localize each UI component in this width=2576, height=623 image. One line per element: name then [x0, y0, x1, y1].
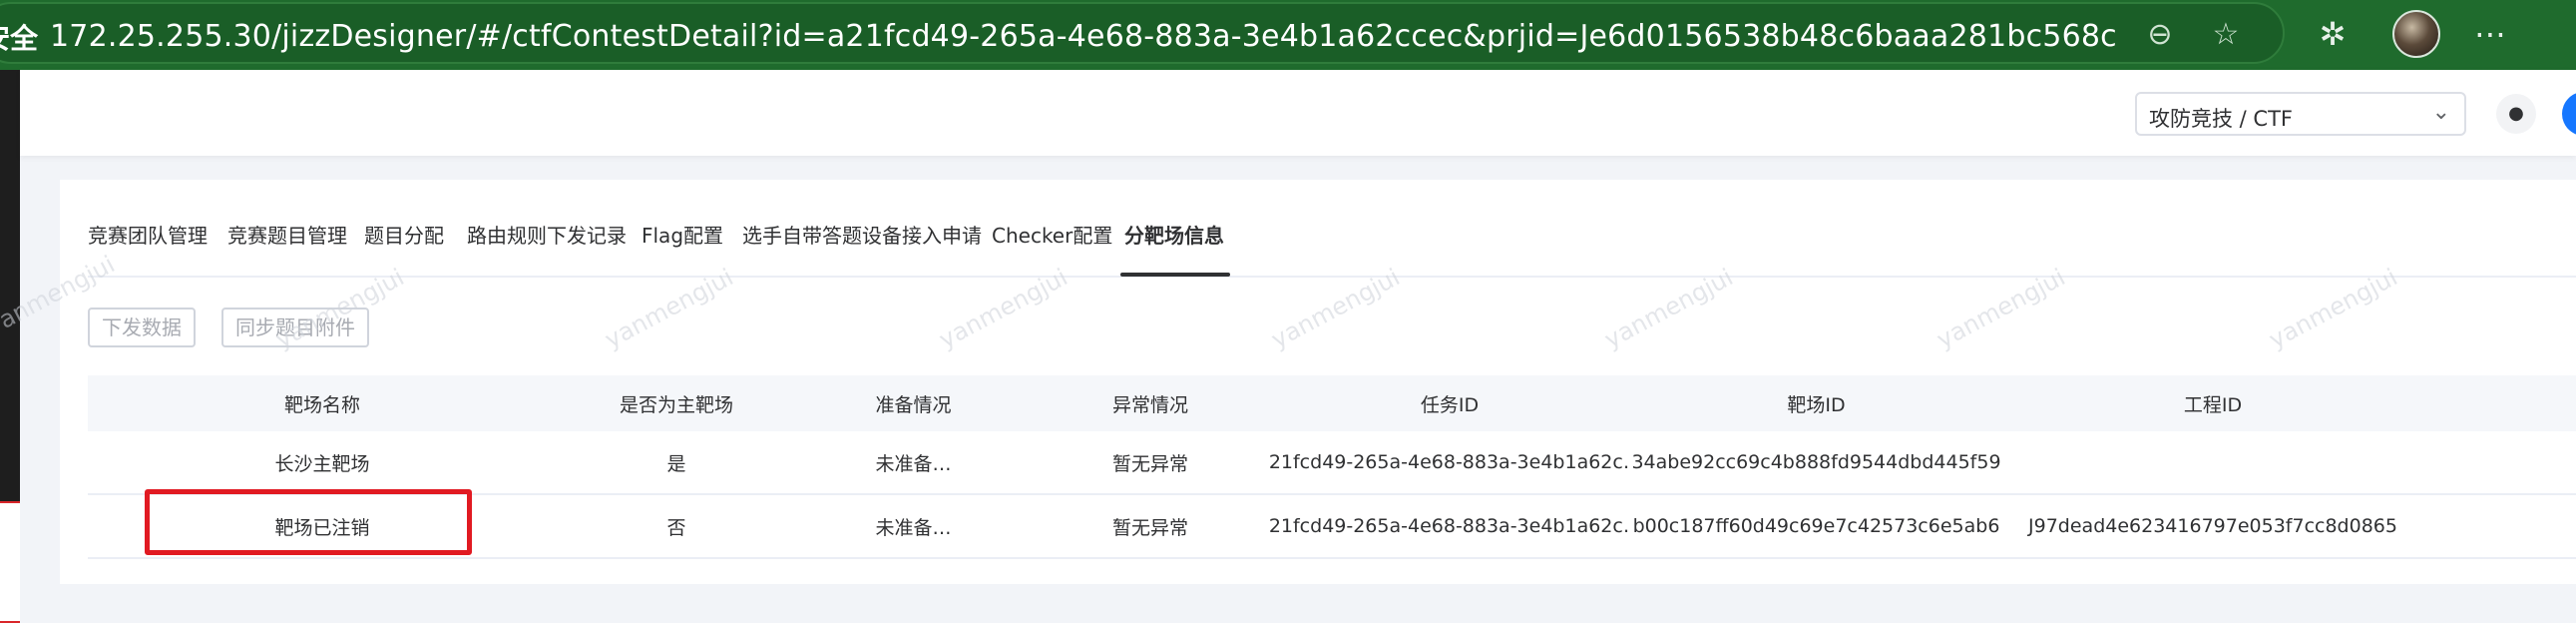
table-cell: 未准备… [875, 452, 952, 475]
column-header: 任务ID [1420, 393, 1480, 416]
table-cell: 暂无异常 [1111, 452, 1188, 475]
table-cell: a21fcd49-265a-4e68-883a-3e4b1a62c… [1270, 451, 1629, 473]
table-row[interactable]: 长沙主靶场 是 未准备… 暂无异常 a21fcd49-265a-4e68-883… [88, 431, 2576, 495]
column-header: 工程ID [2183, 393, 2243, 416]
tab-sub-range-info[interactable]: 分靶场信息 [1124, 220, 1224, 249]
table-cell: a21fcd49-265a-4e68-883a-3e4b1a62c… [1270, 515, 1629, 537]
table-cell: 未准备… [875, 516, 952, 539]
mode-select-value: 攻防竞技 / CTF [2149, 107, 2293, 131]
active-tab-indicator [1120, 273, 1230, 277]
table-cell: b00c187ff60d49c69e7c42573c6e5ab6 [1632, 515, 2000, 537]
column-header: 异常情况 [1111, 393, 1188, 416]
tab-checker-config[interactable]: Checker配置 [992, 220, 1112, 249]
sync-attachments-button[interactable]: 同步题目附件 [221, 308, 369, 347]
tab-device-access-requests[interactable]: 选手自带答题设备接入申请 [742, 220, 982, 249]
browser-toolbar: 安全 172.25.255.30/jizzDesigner/#/ctfConte… [0, 0, 2576, 70]
table-cell: 否 [666, 516, 686, 539]
address-bar[interactable]: 安全 172.25.255.30/jizzDesigner/#/ctfConte… [0, 2, 2285, 64]
tab-question-management[interactable]: 竞赛题目管理 [227, 220, 347, 249]
sidebar-selection-marker [0, 501, 20, 623]
tab-team-management[interactable]: 竞赛团队管理 [88, 220, 208, 249]
chevron-down-icon: ⌄ [2431, 100, 2450, 125]
url-text[interactable]: 172.25.255.30/jizzDesigner/#/ctfContestD… [50, 19, 2115, 54]
tab-flag-config[interactable]: Flag配置 [642, 220, 723, 249]
table-header: 靶场名称 是否为主靶场 准备情况 异常情况 任务ID 靶场ID 工程ID [88, 375, 2576, 431]
security-label[interactable]: 安全 [0, 17, 38, 57]
star-icon[interactable]: ☆ [2209, 18, 2243, 52]
notification-icon[interactable]: ● [2496, 94, 2536, 134]
table-cell: 长沙主靶场 [274, 452, 370, 475]
table-cell: 34abe92cc69c4b888fd9544dbd445f59 [1631, 451, 2001, 473]
user-avatar[interactable]: Y [2562, 92, 2576, 136]
more-icon[interactable]: ⋯ [2470, 14, 2510, 54]
app-header: 攻防竞技 / CTF ⌄ ● Y [20, 70, 2576, 156]
tab-bar: 竞赛团队管理 竞赛题目管理 题目分配 路由规则下发记录 Flag配置 选手自带答… [88, 180, 2576, 278]
profile-avatar[interactable] [2392, 10, 2440, 58]
table-cell: J97dead4e623416797e053f7cc8d0865 [2028, 515, 2397, 537]
extensions-icon[interactable]: ✲ [2313, 14, 2353, 54]
column-header: 靶场名称 [283, 393, 360, 416]
mode-select[interactable]: 攻防竞技 / CTF ⌄ [2135, 92, 2466, 136]
table-cell: 是 [666, 452, 686, 475]
annotation-highlight-box [145, 489, 472, 555]
left-sidebar-strip [0, 70, 20, 623]
column-header: 准备情况 [875, 393, 952, 416]
tab-question-assignment[interactable]: 题目分配 [364, 220, 444, 249]
table-cell: 暂无异常 [1111, 516, 1188, 539]
zoom-icon[interactable]: ⊖ [2143, 18, 2177, 52]
column-header: 是否为主靶场 [619, 393, 733, 416]
tab-route-rules-log[interactable]: 路由规则下发记录 [467, 220, 627, 249]
dispatch-data-button[interactable]: 下发数据 [88, 308, 196, 347]
column-header: 靶场ID [1787, 393, 1846, 416]
table-cell [2003, 431, 2422, 493]
